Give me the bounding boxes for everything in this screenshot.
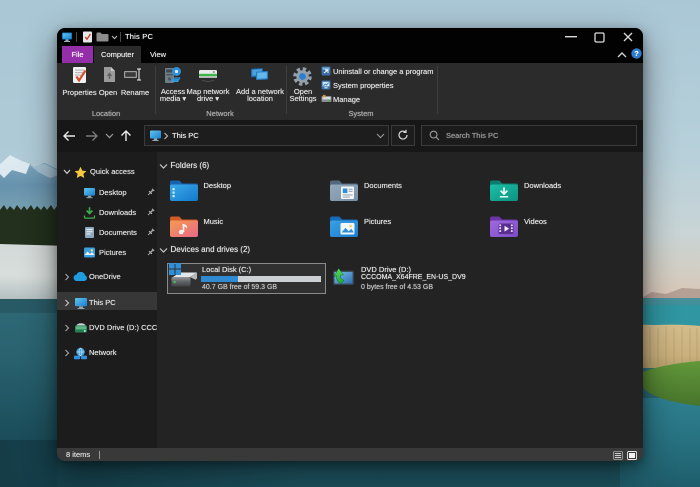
svg-text:?: ? (634, 49, 639, 58)
